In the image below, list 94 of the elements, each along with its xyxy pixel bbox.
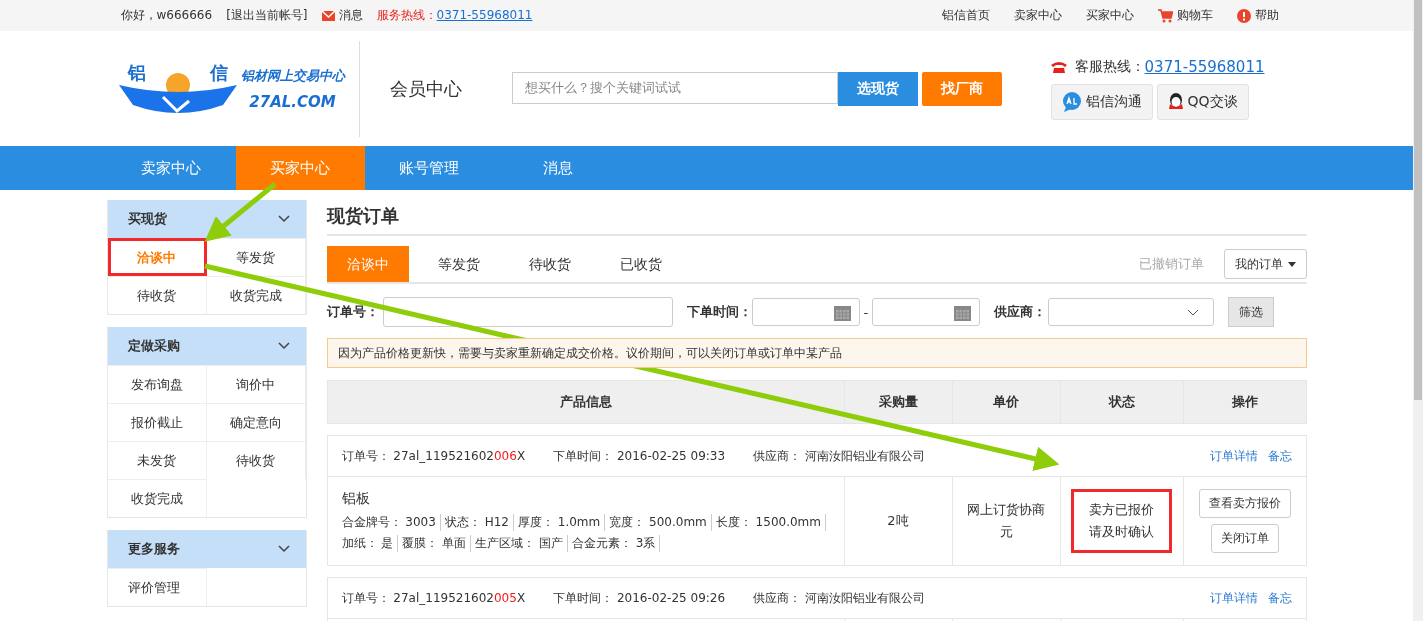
sidebar-item[interactable]: 发布询盘 bbox=[107, 365, 207, 403]
order-link[interactable]: 备忘 bbox=[1267, 589, 1292, 607]
order-link[interactable]: 订单详情 bbox=[1209, 589, 1258, 607]
scrollbar[interactable] bbox=[1413, 0, 1423, 621]
order-time: 下单时间： 2016-02-25 09:33 bbox=[553, 447, 726, 465]
filter-button[interactable]: 筛选 bbox=[1228, 297, 1275, 327]
product-spec: 合金牌号： 3003 bbox=[341, 514, 441, 531]
column-header: 采购量 bbox=[843, 381, 952, 423]
order-action-button[interactable]: 关闭订单 bbox=[1210, 524, 1279, 553]
product-spec: 状态： H12 bbox=[444, 514, 514, 531]
sidebar-item[interactable]: 确定意向 bbox=[206, 403, 306, 441]
calendar-icon bbox=[954, 303, 972, 321]
hotline-label: 服务热线： bbox=[376, 8, 437, 22]
sidebar-item[interactable]: 收货完成 bbox=[206, 276, 306, 314]
top-nav-link[interactable]: 卖家中心 bbox=[1013, 7, 1062, 24]
product-name: 铝板 bbox=[341, 490, 370, 508]
range-separator: - bbox=[863, 304, 869, 320]
chevron-down-icon bbox=[277, 342, 290, 350]
date-field[interactable] bbox=[751, 298, 860, 326]
top-nav-link[interactable]: 铝信首页 bbox=[941, 7, 990, 24]
order-number: 订单号： 27al_119521602006X bbox=[341, 447, 526, 465]
supplier-name: 供应商： 河南汝阳铝业有限公司 bbox=[753, 589, 925, 607]
penguin-icon bbox=[1167, 91, 1184, 112]
product-spec: 合金元素： 3系 bbox=[572, 535, 661, 552]
product-spec: 生产区域： 国产 bbox=[475, 535, 568, 552]
sidebar-item[interactable]: 待收货 bbox=[206, 441, 306, 479]
column-header: 状态 bbox=[1059, 381, 1183, 423]
order-tab[interactable]: 等发货 bbox=[417, 246, 500, 282]
top-nav-link[interactable]: 买家中心 bbox=[1085, 7, 1134, 24]
chat-bubble-icon bbox=[1061, 91, 1082, 112]
calendar-icon bbox=[833, 303, 851, 321]
page-title: 现货订单 bbox=[326, 200, 1307, 236]
my-orders-dropdown[interactable]: 我的订单 bbox=[1223, 249, 1307, 279]
price-cell-text: 网上订货协商元 bbox=[966, 501, 1046, 541]
logout-link[interactable]: [退出当前帐号] bbox=[226, 7, 308, 24]
mail-icon bbox=[321, 10, 335, 21]
search-field[interactable]: 想买什么？搜个关键词试试 bbox=[511, 71, 838, 104]
messages-link[interactable]: 消息 bbox=[338, 7, 363, 24]
order-time: 下单时间： 2016-02-25 09:26 bbox=[553, 589, 726, 607]
order-link[interactable]: 备忘 bbox=[1267, 447, 1292, 465]
nav-tab[interactable]: 卖家中心 bbox=[106, 146, 236, 190]
site-logo[interactable]: 铝 信 铝材网上交易中心 27AL.COM bbox=[106, 60, 359, 117]
order-number: 订单号： 27al_119521602005X bbox=[341, 589, 526, 607]
chat-button[interactable]: 铝信沟通 bbox=[1050, 83, 1153, 120]
chevron-down-icon bbox=[1187, 308, 1200, 316]
caret-icon bbox=[1287, 261, 1296, 267]
chat-button[interactable]: QQ交谈 bbox=[1156, 83, 1249, 120]
order-time-label: 下单时间： bbox=[686, 303, 752, 321]
top-nav-link[interactable]: 购物车 bbox=[1176, 7, 1213, 24]
sidebar-group-header[interactable]: 定做采购 bbox=[107, 327, 306, 365]
chevron-down-icon bbox=[277, 545, 290, 553]
section-title: 会员中心 bbox=[389, 76, 463, 101]
nav-tab[interactable]: 账号管理 bbox=[364, 146, 494, 190]
order-status: 卖方已报价 请及时确认 bbox=[1071, 489, 1172, 553]
product-spec: 厚度： 1.0mm bbox=[517, 514, 606, 531]
column-header: 操作 bbox=[1182, 381, 1306, 423]
supplier-name: 供应商： 河南汝阳铝业有限公司 bbox=[753, 447, 925, 465]
supplier-label: 供应商： bbox=[994, 303, 1047, 321]
order-action-button[interactable]: 查看卖方报价 bbox=[1198, 489, 1291, 518]
service-label: 客服热线： bbox=[1074, 57, 1145, 76]
order-tab[interactable]: 待收货 bbox=[508, 246, 591, 282]
column-header: 产品信息 bbox=[558, 393, 613, 411]
sidebar-group-header[interactable]: 更多服务 bbox=[107, 530, 306, 568]
sidebar-item[interactable]: 询价中 bbox=[206, 365, 306, 403]
service-number-link[interactable]: 0371-55968011 bbox=[1144, 57, 1265, 76]
search-button[interactable]: 选现货 bbox=[837, 71, 918, 106]
order-link[interactable]: 订单详情 bbox=[1209, 447, 1258, 465]
nav-tab[interactable]: 消息 bbox=[493, 146, 623, 190]
hotline-number-link[interactable]: 0371-55968011 bbox=[436, 8, 533, 22]
sidebar-group-header[interactable]: 买现货 bbox=[107, 200, 306, 238]
sidebar-item[interactable]: 待收货 bbox=[107, 276, 207, 314]
greeting-text: 你好，w666666 bbox=[120, 7, 213, 24]
cart-icon bbox=[1157, 8, 1173, 23]
sidebar-item[interactable]: 评价管理 bbox=[107, 568, 207, 606]
product-spec: 宽度： 500.0mm bbox=[609, 514, 712, 531]
order-number-label: 订单号： bbox=[326, 303, 379, 321]
sidebar-item[interactable]: 报价截止 bbox=[107, 403, 207, 441]
sidebar-item[interactable]: 未发货 bbox=[107, 441, 207, 479]
top-nav-link[interactable]: 帮助 bbox=[1254, 7, 1279, 24]
column-header: 单价 bbox=[951, 381, 1060, 423]
sidebar-item[interactable]: 收货完成 bbox=[107, 479, 207, 517]
supplier-dropdown[interactable] bbox=[1048, 298, 1215, 326]
product-spec: 长度： 1500.0mm bbox=[715, 514, 826, 531]
help-icon bbox=[1236, 8, 1251, 23]
quantity-cell: 2吨 bbox=[843, 477, 952, 565]
chevron-down-icon bbox=[277, 215, 290, 223]
product-spec: 加纸： 是 bbox=[341, 535, 399, 552]
order-number-field[interactable] bbox=[382, 297, 673, 327]
notice-banner: 因为产品价格更新快，需要与卖家重新确定成交价格。议价期间，可以关闭订单或订单中某产品 bbox=[326, 338, 1307, 368]
order-tab[interactable]: 已收货 bbox=[599, 246, 682, 282]
product-spec: 覆膜： 单面 bbox=[402, 535, 472, 552]
sidebar-item[interactable]: 等发货 bbox=[206, 238, 306, 276]
phone-icon bbox=[1050, 60, 1067, 73]
date-field[interactable] bbox=[872, 298, 981, 326]
